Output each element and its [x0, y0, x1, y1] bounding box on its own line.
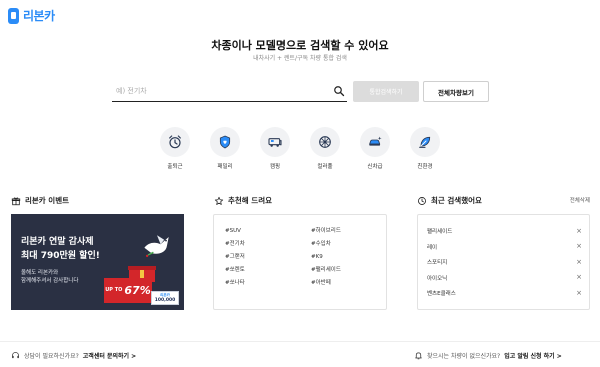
recommend-tag-panel: #SUV #하이브리드 #전기차 #수입차 #그랜저 #K9 #쏘렌토 #팰리세…: [213, 214, 387, 310]
customer-center-row: 상담이 필요하신가요? 고객센터 문의하기 >: [11, 351, 136, 360]
category-family[interactable]: 패밀리: [206, 127, 244, 170]
brand-name: 리본카: [23, 9, 55, 23]
color-wheel-icon: [319, 136, 331, 148]
recommend-tag[interactable]: #전기차: [225, 240, 311, 248]
recent-search-list: 팰리세이드 × 레이 × 스포티지 × 아이오닉 × 벤츠E클래스 ×: [427, 227, 582, 305]
category-eco[interactable]: 친환경: [406, 127, 444, 170]
category-camping[interactable]: 캠핑: [256, 127, 294, 170]
category-family-circle: [210, 127, 240, 157]
customer-center-question: 상담이 필요하신가요?: [24, 353, 79, 360]
banner-title: 리본카 연말 감사제: [21, 237, 94, 247]
camper-van-icon: [268, 138, 282, 147]
discount-badge: UP TO 67%: [104, 278, 152, 303]
new-car-icon: [369, 136, 382, 146]
recent-heading-label: 최근 검색했어요: [431, 196, 482, 205]
delete-all-button[interactable]: 전체삭제: [540, 196, 590, 204]
recent-search-panel: 팰리세이드 × 레이 × 스포티지 × 아이오닉 × 벤츠E클래스 ×: [417, 214, 590, 310]
event-heading-label: 리본카 이벤트: [25, 196, 70, 205]
customer-center-link[interactable]: 고객센터 문의하기 >: [83, 351, 136, 360]
recommend-tag[interactable]: #팰리세이드: [311, 266, 385, 274]
category-label: 컬러풀: [317, 164, 333, 170]
category-label: 출퇴근: [167, 164, 183, 170]
integrated-search-button[interactable]: 통합검색하기: [353, 81, 419, 102]
recommend-tag[interactable]: #하이브리드: [311, 227, 385, 235]
eco-leaf-icon: [419, 136, 431, 148]
search-icon[interactable]: [333, 85, 345, 97]
event-banner[interactable]: 리본카 연말 감사제 최대 790만원 할인! 올해도 리본카와 함께해주셔서 …: [11, 214, 184, 310]
recent-search-term[interactable]: 아이오닉: [427, 274, 447, 282]
page-title: 차종이나 모델명으로 검색할 수 있어요: [211, 39, 389, 52]
coupon-tag-value: 100,000: [154, 298, 176, 303]
discount-up-label: UP TO: [105, 287, 123, 293]
recommend-heading-label: 추천해 드려요: [228, 196, 273, 205]
dove-illustration-icon: [144, 235, 169, 258]
banner-text: 올해도 리본카와: [21, 270, 59, 276]
headset-icon: [12, 352, 19, 359]
stock-alert-link[interactable]: 입고 알림 신청 하기 >: [504, 351, 562, 360]
recommend-section-heading: 추천해 드려요: [214, 195, 272, 206]
recommend-tag[interactable]: #SUV: [225, 227, 311, 235]
remove-icon[interactable]: ×: [576, 258, 582, 266]
shield-heart-icon: [219, 135, 231, 149]
recommend-tag[interactable]: #쏘나타: [225, 279, 311, 287]
recent-search-term[interactable]: 레이: [427, 243, 437, 251]
footer-divider: [0, 341, 600, 342]
category-label: 친환경: [417, 164, 433, 170]
stock-alert-question: 찾으시는 차량이 없으신가요?: [427, 353, 501, 360]
recommend-tag[interactable]: #쏘렌토: [225, 266, 311, 274]
category-eco-circle: [410, 127, 440, 157]
category-label: 캠핑: [269, 164, 281, 170]
coupon-tag: 리본카 100,000: [151, 291, 179, 305]
star-icon: [214, 196, 224, 205]
category-like-new-circle: [360, 127, 390, 157]
remove-icon[interactable]: ×: [576, 243, 582, 250]
recommend-tag[interactable]: #수입차: [311, 240, 385, 248]
recommend-tag[interactable]: #K9: [311, 253, 385, 261]
recommend-tag[interactable]: #그랜저: [225, 253, 311, 261]
recent-search-term[interactable]: 팰리세이드: [427, 227, 452, 235]
remove-icon[interactable]: ×: [576, 227, 582, 235]
category-list: 출퇴근 패밀리 캠핑 컬러풀 신차급 친환경: [156, 127, 444, 170]
recent-section-heading: 최근 검색했어요: [417, 195, 482, 206]
remove-icon[interactable]: ×: [576, 289, 582, 297]
banner-text: 함께해주셔서 감사합니다: [21, 278, 79, 284]
gift-icon: [11, 196, 21, 205]
category-like-new[interactable]: 신차급: [356, 127, 394, 170]
discount-percent: 67%: [124, 284, 151, 297]
recommend-tag-grid: #SUV #하이브리드 #전기차 #수입차 #그랜저 #K9 #쏘렌토 #팰리세…: [225, 227, 385, 287]
page-subtitle: 내차사기 + 렌트/구독 차량 통합 검색: [253, 55, 347, 62]
recent-search-term[interactable]: 벤츠E클래스: [427, 289, 456, 297]
recent-search-term[interactable]: 스포티지: [427, 258, 447, 266]
list-item: 스포티지 ×: [427, 258, 582, 266]
category-commute[interactable]: 출퇴근: [156, 127, 194, 170]
event-section-heading: 리본카 이벤트: [11, 195, 69, 206]
list-item: 레이 ×: [427, 243, 582, 251]
search-bar: [112, 81, 347, 102]
banner-headline: 최대 790만원 할인!: [21, 251, 100, 261]
bell-icon: [415, 352, 422, 360]
category-colorful[interactable]: 컬러풀: [306, 127, 344, 170]
category-camping-circle: [260, 127, 290, 157]
recommend-tag[interactable]: #아반떼: [311, 279, 385, 287]
list-item: 아이오닉 ×: [427, 274, 582, 282]
logo-mark-icon: [8, 7, 19, 24]
category-label: 패밀리: [217, 164, 233, 170]
brand-logo[interactable]: 리본카: [8, 7, 55, 24]
search-input[interactable]: [112, 87, 333, 95]
category-label: 신차급: [367, 164, 383, 170]
category-colorful-circle: [310, 127, 340, 157]
clock-icon: [169, 135, 181, 149]
remove-icon[interactable]: ×: [576, 274, 582, 281]
stock-alert-row: 찾으시는 차량이 없으신가요? 입고 알림 신청 하기 >: [414, 351, 562, 360]
list-item: 벤츠E클래스 ×: [427, 289, 582, 297]
clock-icon: [418, 196, 426, 205]
category-commute-circle: [160, 127, 190, 157]
view-all-cars-button[interactable]: 전체차량보기: [423, 81, 489, 102]
list-item: 팰리세이드 ×: [427, 227, 582, 235]
